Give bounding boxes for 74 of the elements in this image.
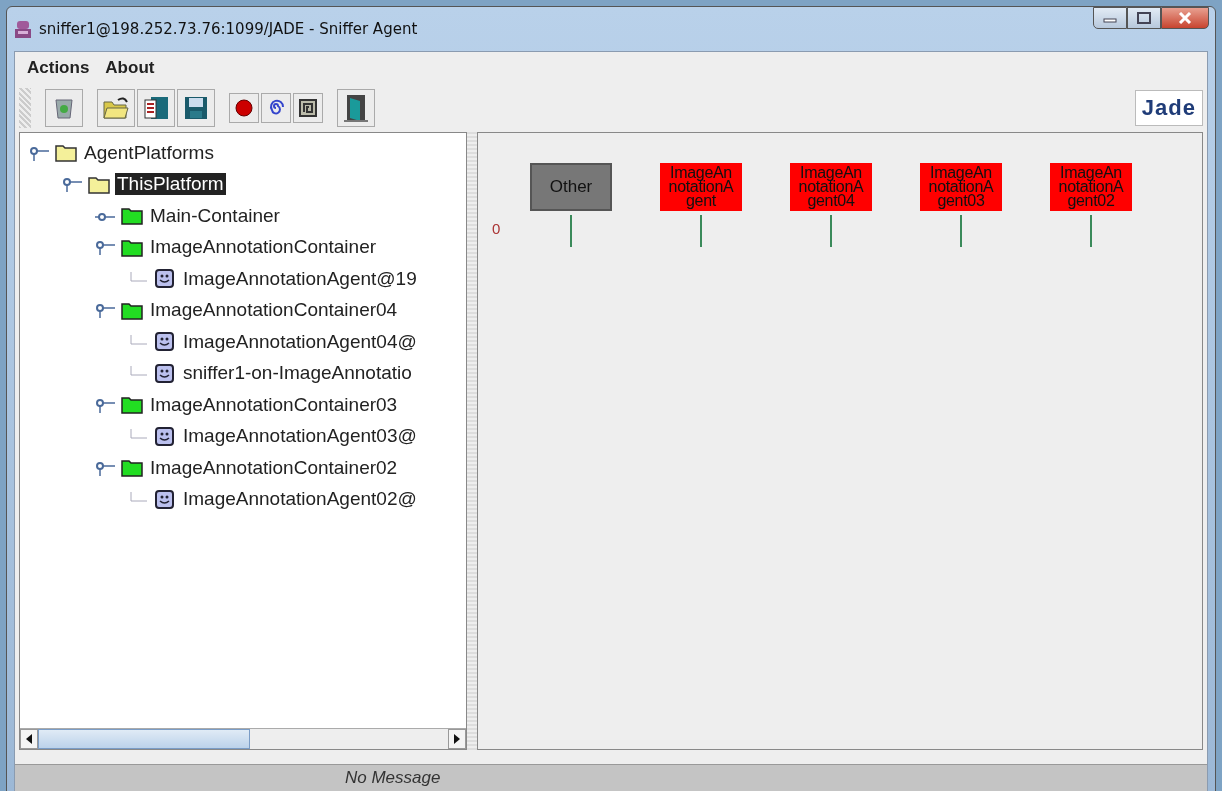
square-spiral-button[interactable] (293, 93, 323, 123)
document-floppy-icon (142, 94, 170, 122)
floppy-icon (182, 94, 210, 122)
expanded-handle-icon[interactable] (94, 460, 116, 477)
folder-icon (55, 142, 77, 164)
scroll-right-button[interactable] (448, 729, 466, 749)
lifeline (570, 215, 572, 247)
agent-face-icon (154, 331, 176, 353)
door-icon (342, 93, 370, 123)
trash-button[interactable] (45, 89, 83, 127)
lifeline (830, 215, 832, 247)
tree-item[interactable]: ImageAnnotationContainer04 (148, 299, 400, 322)
tree-item[interactable]: ImageAnnotationAgent02@ (181, 488, 419, 511)
left-arrow-icon (25, 734, 33, 744)
tree-item[interactable]: ImageAnnotationAgent03@ (181, 425, 419, 448)
tree-connector-line (130, 429, 148, 439)
tree-item[interactable]: ImageAnnotationContainer03 (148, 393, 400, 416)
agent-face-icon (154, 268, 176, 290)
expanded-handle-icon[interactable] (94, 303, 116, 320)
document-floppy-button[interactable] (137, 89, 175, 127)
agent-face-icon (154, 362, 176, 384)
expanded-handle-icon[interactable] (94, 397, 116, 414)
maximize-button[interactable] (1127, 7, 1161, 29)
tree-item[interactable]: AgentPlatforms (82, 141, 216, 164)
tree-connector-line (130, 334, 148, 345)
tree-connector-line (130, 271, 148, 282)
lifeline (700, 215, 702, 247)
window-title: sniffer1@198.252.73.76:1099/JADE - Sniffer Agent (39, 20, 418, 38)
expanded-handle-icon[interactable] (28, 145, 50, 162)
tree-item[interactable]: ImageAnnotationContainer (148, 236, 379, 259)
agent-box[interactable]: ImageAnnotationAgent03 (920, 163, 1002, 211)
tree-connector-line (130, 366, 148, 376)
agent-box[interactable]: ImageAnnotationAgent02 (1050, 163, 1132, 211)
expanded-handle-icon[interactable] (94, 240, 116, 257)
time-label: 0 (492, 220, 502, 237)
scrollbar-thumb[interactable] (38, 729, 250, 749)
expanded-handle-icon[interactable] (61, 177, 83, 194)
agent-box[interactable]: ImageAnnotationAgent (660, 163, 742, 211)
app-icon (13, 19, 33, 39)
spiral-button[interactable] (261, 93, 291, 123)
close-icon (1178, 12, 1192, 24)
maximize-icon (1137, 12, 1151, 24)
minimize-button[interactable] (1093, 7, 1127, 29)
lifeline (1090, 215, 1092, 247)
folder-icon (121, 457, 143, 479)
menu-item[interactable]: About (99, 56, 161, 80)
menu-item[interactable]: Actions (21, 56, 96, 80)
folder-icon (121, 394, 143, 416)
door-button[interactable] (337, 89, 375, 127)
status-message: No Message (15, 764, 1207, 791)
record-icon (233, 97, 255, 119)
tree-item[interactable]: ImageAnnotationAgent@19 (181, 267, 419, 290)
tree-item[interactable]: ImageAnnotationAgent04@ (181, 330, 419, 353)
jade-logo: Jade (1134, 90, 1203, 126)
right-arrow-icon (453, 734, 461, 744)
agent-face-icon (154, 425, 176, 447)
open-folder-button[interactable] (97, 89, 135, 127)
agent-box[interactable]: Other (530, 163, 612, 211)
scroll-left-button[interactable] (20, 729, 38, 749)
tree-connector-line (130, 492, 148, 502)
agent-face-icon (154, 488, 176, 510)
open-folder-icon (102, 94, 130, 122)
agent-box[interactable]: ImageAnnotationAgent04 (790, 163, 872, 211)
record-button[interactable] (229, 93, 259, 123)
tree-item[interactable]: sniffer1-on-ImageAnnotatio (181, 362, 414, 385)
tree-item[interactable]: Main-Container (148, 204, 282, 227)
toolbar-grip[interactable] (19, 88, 31, 128)
close-button[interactable] (1161, 7, 1209, 29)
tree-item[interactable]: ImageAnnotationContainer02 (148, 456, 400, 479)
tree-item[interactable]: ThisPlatform (115, 173, 226, 196)
lifeline (960, 215, 962, 247)
square-spiral-icon (297, 97, 319, 119)
folder-icon (121, 205, 143, 227)
floppy-button[interactable] (177, 89, 215, 127)
